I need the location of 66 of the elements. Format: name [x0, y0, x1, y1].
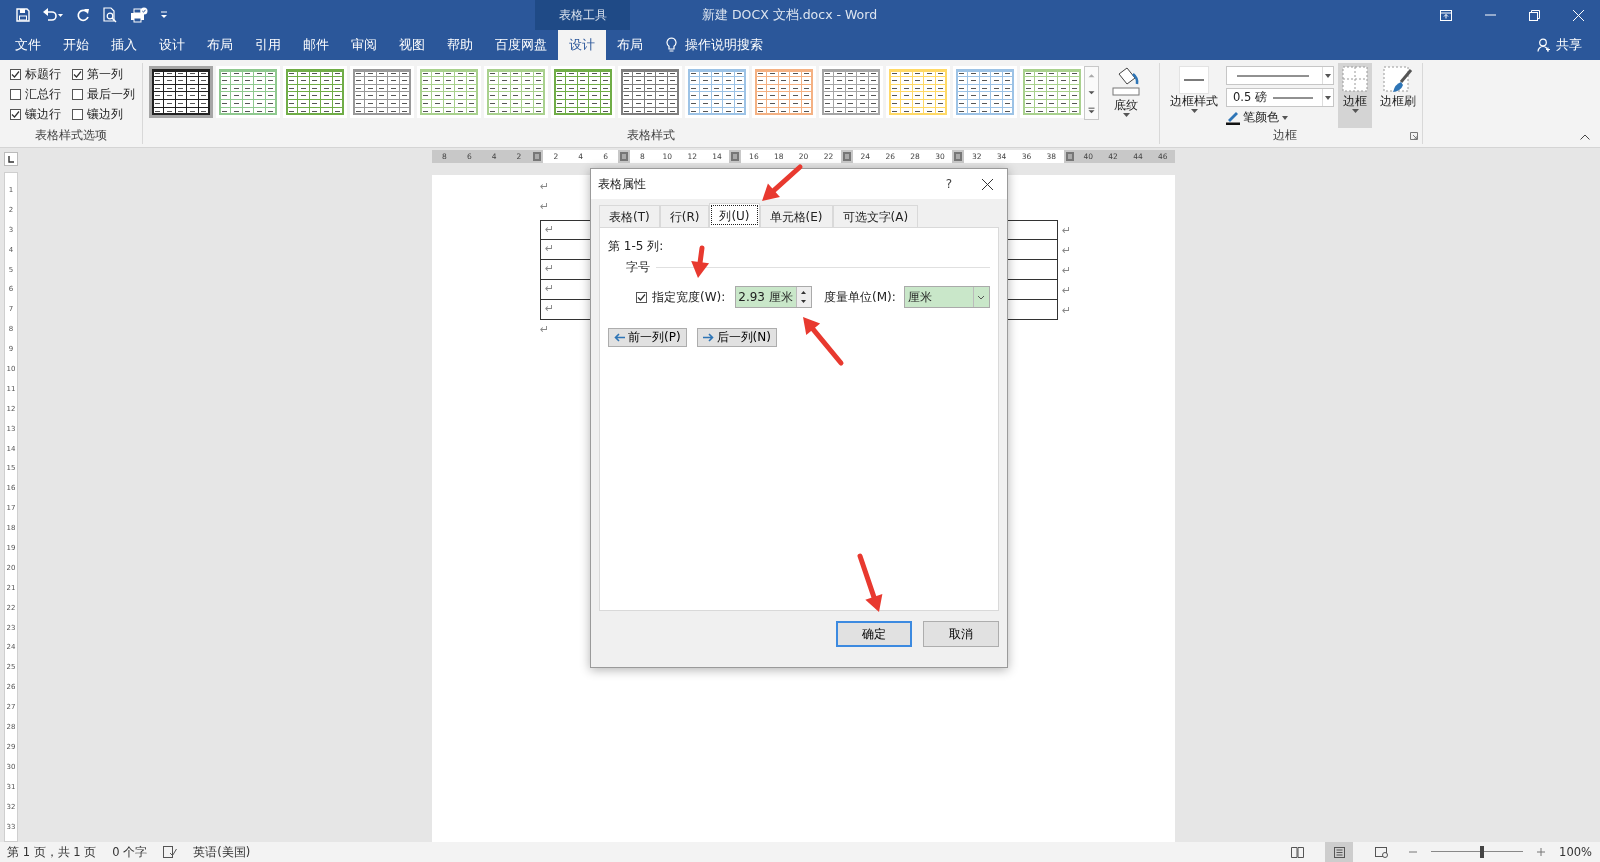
paragraph-mark: ↵: [540, 200, 550, 213]
ribbon-tab[interactable]: 文件: [4, 30, 52, 60]
paragraph-mark: ↵: [540, 180, 550, 193]
unit-label: 度量单位(M):: [824, 288, 896, 306]
ribbon-tab[interactable]: 邮件: [292, 30, 340, 60]
border-styles-button[interactable]: 边框样式: [1170, 94, 1218, 109]
dialog-tab[interactable]: 表格(T): [599, 205, 660, 227]
zoom-level[interactable]: 100%: [1559, 845, 1592, 859]
ribbon-tab[interactable]: 插入: [100, 30, 148, 60]
ribbon-tab[interactable]: 百度网盘: [484, 30, 558, 60]
next-column-button[interactable]: 后一列(N): [696, 328, 777, 347]
previous-column-button[interactable]: 前一列(P): [608, 328, 687, 347]
status-text: 0 个字: [112, 844, 148, 860]
ribbon-tab[interactable]: 视图: [388, 30, 436, 60]
ribbon-tab[interactable]: 开始: [52, 30, 100, 60]
ribbon-tab[interactable]: 布局: [606, 30, 654, 60]
row-end-mark: ↵: [1062, 303, 1072, 317]
group-label: 表格样式选项: [34, 128, 108, 144]
ribbon-tab[interactable]: 设计: [148, 30, 196, 60]
dialog-tab[interactable]: 列(U): [709, 203, 760, 227]
cancel-button[interactable]: 取消: [923, 621, 999, 647]
width-field[interactable]: 2.93 厘米: [735, 286, 813, 308]
border-painter-button[interactable]: 边框刷: [1380, 94, 1416, 109]
ok-button[interactable]: 确定: [836, 621, 912, 647]
group-label: 表格样式: [626, 128, 676, 144]
window-title: 新建 DOCX 文档.docx - Word: [702, 6, 878, 24]
status-text: 第 1 页，共 1 页: [7, 844, 97, 860]
checkbox-label[interactable]: 标题行: [25, 67, 61, 82]
checkbox-label[interactable]: 最后一列: [87, 87, 135, 102]
share-button[interactable]: 共享: [1556, 36, 1582, 54]
ribbon-tab[interactable]: 布局: [196, 30, 244, 60]
pen-color-button[interactable]: 笔颜色: [1243, 110, 1279, 125]
dialog-tab[interactable]: 行(R): [659, 205, 710, 227]
status-text: 英语(美国): [193, 844, 251, 860]
borders-button[interactable]: 边框: [1338, 63, 1372, 128]
dialog-title: 表格属性: [598, 175, 646, 193]
line-weight-dropdown[interactable]: 0.5 磅: [1226, 88, 1334, 107]
group-label: 边框: [1272, 128, 1298, 144]
checkbox-label[interactable]: 指定宽度(W):: [652, 288, 726, 306]
tell-me-search[interactable]: 操作说明搜索: [685, 36, 763, 54]
checkbox-label[interactable]: 汇总行: [25, 87, 61, 102]
cell-mark: ↵: [545, 282, 555, 295]
dialog-tab[interactable]: 可选文字(A): [832, 205, 919, 227]
ribbon-tab[interactable]: 审阅: [340, 30, 388, 60]
shading-button[interactable]: 底纹: [1114, 98, 1138, 113]
row-end-mark: ↵: [1062, 263, 1072, 277]
column-range-label: 第 1-5 列:: [608, 239, 664, 253]
help-button[interactable]: ?: [945, 177, 952, 191]
ribbon-tab[interactable]: 引用: [244, 30, 292, 60]
group-label: 字号: [626, 259, 650, 276]
row-end-mark: ↵: [1062, 243, 1072, 257]
ribbon-tab[interactable]: 帮助: [436, 30, 484, 60]
cell-mark: ↵: [545, 223, 555, 236]
cell-mark: ↵: [545, 242, 555, 255]
checkbox-label[interactable]: 第一列: [87, 67, 123, 82]
dialog-tab[interactable]: 单元格(E): [759, 205, 833, 227]
ribbon-tab[interactable]: 设计: [558, 30, 606, 60]
checkbox-label[interactable]: 镶边行: [25, 107, 61, 122]
row-end-mark: ↵: [1062, 223, 1072, 237]
contextual-tab-header: 表格工具: [535, 0, 630, 30]
paragraph-mark: ↵: [540, 323, 550, 336]
checkbox-label[interactable]: 镶边列: [87, 107, 123, 122]
cell-mark: ↵: [545, 302, 555, 315]
cell-mark: ↵: [545, 262, 555, 275]
row-end-mark: ↵: [1062, 283, 1072, 297]
unit-dropdown[interactable]: 厘米: [903, 286, 990, 308]
